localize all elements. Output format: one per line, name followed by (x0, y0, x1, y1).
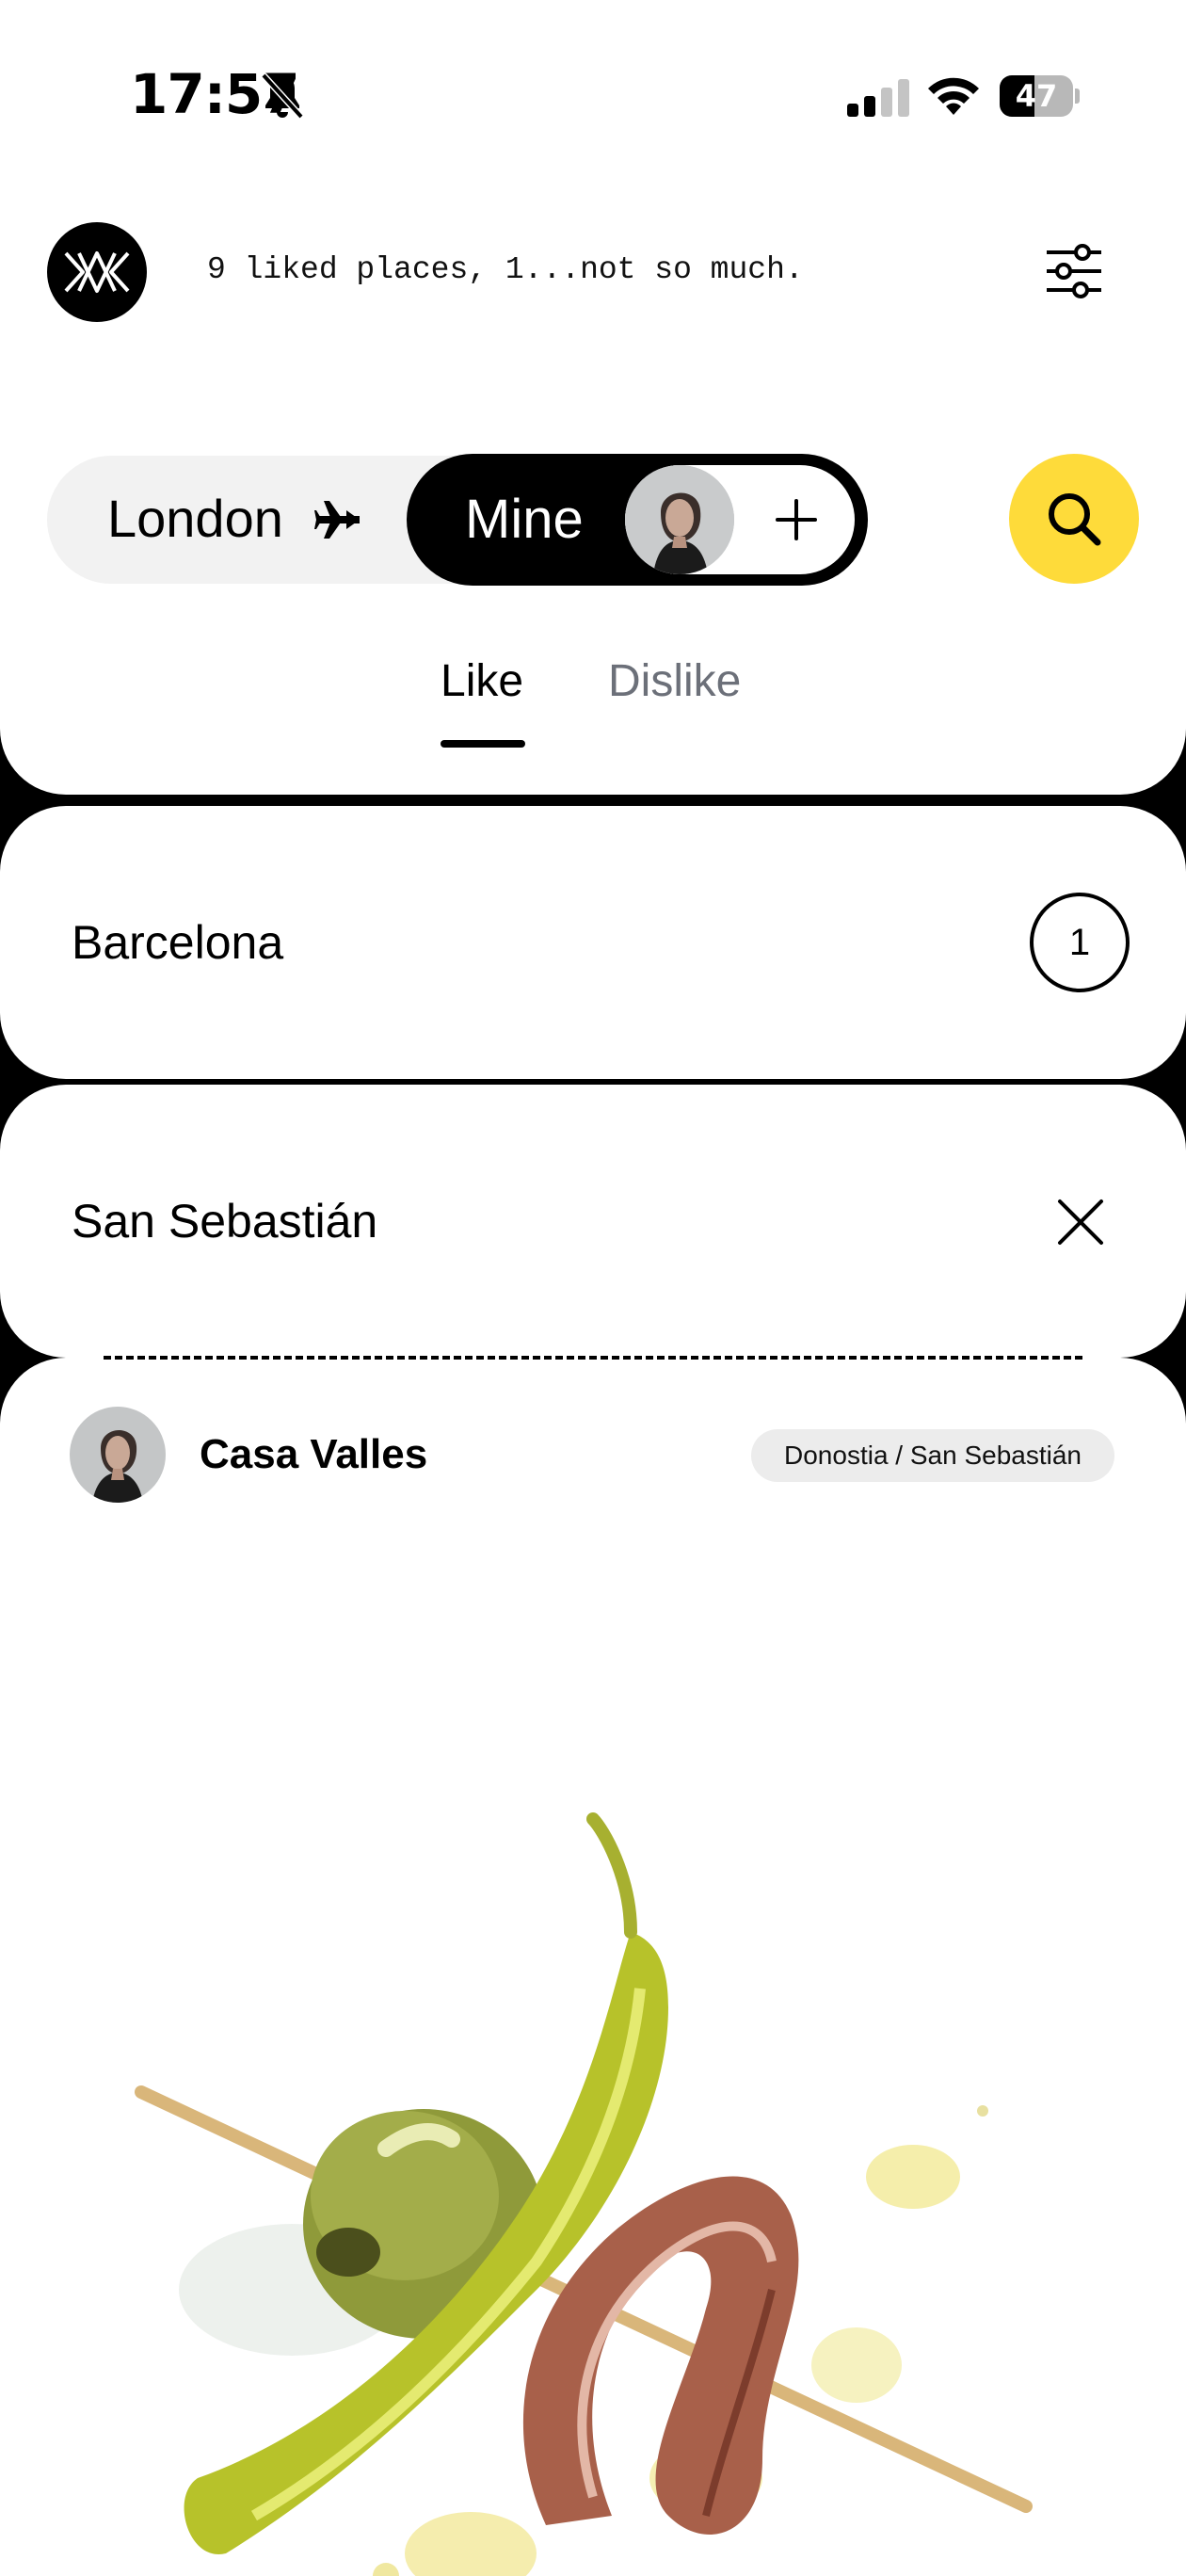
city-card-barcelona[interactable]: Barcelona 1 (0, 806, 1186, 1079)
tab-like[interactable]: Like (441, 655, 523, 707)
mine-users-chip (625, 465, 855, 574)
place-name: Casa Valles (200, 1431, 428, 1477)
sliders-icon[interactable] (1043, 243, 1105, 299)
plane-icon (314, 501, 360, 539)
user-avatar[interactable] (625, 465, 734, 574)
gilda-pintxo-illustration (135, 1812, 1033, 2576)
search-icon (1049, 493, 1101, 546)
mw-monogram-logo[interactable] (47, 222, 147, 322)
city-name: San Sebastián (72, 1195, 378, 1248)
signal-icon (847, 79, 909, 117)
bell-muted-icon (261, 72, 304, 120)
location-chip: Donostia / San Sebastián (751, 1429, 1114, 1482)
battery-indicator: 47 (1000, 75, 1080, 117)
city-card-san-sebastian[interactable]: San Sebastián (0, 1085, 1186, 1358)
mine-filter-toggle[interactable]: Mine (407, 454, 868, 586)
city-selector-label: London (107, 489, 283, 548)
place-count-badge: 1 (1030, 893, 1130, 992)
tab-dislike[interactable]: Dislike (608, 655, 741, 707)
battery-level-text: 47 (1015, 78, 1058, 114)
active-tab-indicator (441, 740, 525, 748)
close-icon[interactable] (1056, 1198, 1105, 1247)
wifi-icon (928, 77, 979, 115)
card-divider (104, 1356, 1082, 1360)
plus-icon[interactable] (776, 499, 817, 540)
liked-places-summary: 9 liked places, 1...not so much. (207, 252, 804, 287)
mine-filter-label: Mine (465, 489, 584, 550)
header-sheet: 17:57 47 9 liked places, 1...not so much… (0, 0, 1186, 795)
status-bar: 17:57 47 (0, 0, 1186, 188)
city-name: Barcelona (72, 916, 284, 969)
place-card[interactable]: Casa Valles Donostia / San Sebastián (0, 1358, 1186, 2576)
search-button[interactable] (1009, 454, 1139, 584)
user-avatar (70, 1407, 166, 1503)
